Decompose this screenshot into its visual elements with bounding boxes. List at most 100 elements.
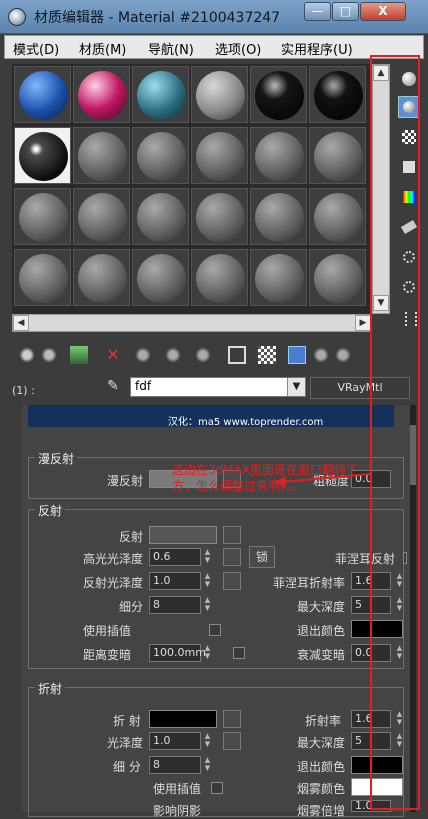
refr-gloss-label: 光泽度 — [107, 736, 144, 750]
menu-bar: 模式(D) 材质(M) 导航(N) 选项(O) 实用程序(U) — [4, 35, 424, 59]
refl-subdivs-input[interactable]: 8 — [149, 596, 201, 614]
hilight-gloss-label: 高光光泽度 — [83, 552, 144, 566]
sample-slot[interactable] — [191, 127, 248, 184]
refl-gloss-map-button[interactable] — [223, 572, 241, 590]
maximize-button[interactable]: □ — [332, 2, 359, 21]
sample-slot[interactable] — [73, 127, 130, 184]
menu-utilities[interactable]: 实用程序(U) — [281, 39, 353, 58]
sample-slot[interactable] — [14, 66, 71, 123]
put-to-library-icon[interactable] — [194, 346, 212, 364]
material-toolbar: ✕ — [12, 344, 372, 370]
sample-slot[interactable] — [191, 188, 248, 245]
hilight-gloss-input[interactable]: 0.6 — [149, 548, 201, 566]
refraction-group: 折射 折 射 折射率 1.6 ▲ ▼ 光泽度 1.0 ▲ ▼ 最大深度 5 ▲ ▼ 细… — [28, 680, 404, 818]
dim-falloff-label: 衰减变暗 — [297, 648, 346, 662]
sample-slot[interactable] — [191, 249, 248, 306]
refr-use-interp-checkbox[interactable] — [211, 782, 223, 794]
sample-slot[interactable] — [73, 66, 130, 123]
horizontal-scrollbar[interactable]: ◀ ▶ — [12, 314, 372, 332]
sample-slot[interactable] — [132, 188, 189, 245]
sample-slot-grid — [12, 64, 372, 314]
diffuse-group-title: 漫反射 — [35, 450, 78, 467]
refr-max-depth-label: 最大深度 — [297, 736, 346, 750]
chevron-down-icon[interactable]: ▼ — [287, 378, 305, 396]
make-unique-icon[interactable] — [164, 346, 182, 364]
refr-gloss-input[interactable]: 1.0 — [149, 732, 201, 750]
hilight-gloss-map-button[interactable] — [223, 548, 241, 566]
title-bar: 材质编辑器 - Material #2100437247 — □ X — [0, 0, 428, 34]
slot-label: (1) : — [12, 384, 35, 397]
sample-slot[interactable] — [309, 249, 366, 306]
refr-subdivs-input[interactable]: 8 — [149, 756, 201, 774]
hilight-gloss-spinner-icon[interactable]: ▲ ▼ — [203, 548, 212, 566]
sample-slot[interactable] — [250, 188, 307, 245]
refl-subdivs-spinner-icon[interactable]: ▲ ▼ — [203, 596, 212, 614]
assign-to-selection-icon[interactable] — [70, 346, 88, 364]
scroll-left-icon[interactable]: ◀ — [13, 315, 29, 331]
refl-gloss-label: 反射光泽度 — [83, 576, 144, 590]
refract-label: 折 射 — [113, 714, 141, 728]
refl-max-depth-label: 最大深度 — [297, 600, 346, 614]
annotation-arrow — [274, 473, 371, 488]
scroll-right-icon[interactable]: ▶ — [355, 315, 371, 331]
sample-slot[interactable] — [132, 127, 189, 184]
refr-subdivs-spinner-icon[interactable]: ▲ ▼ — [203, 756, 212, 774]
refraction-group-title: 折射 — [35, 680, 66, 697]
fresnel-ior-label: 菲涅耳折射率 — [273, 576, 346, 590]
refract-color-swatch[interactable] — [149, 710, 217, 728]
reflect-label: 反射 — [119, 530, 144, 544]
menu-material[interactable]: 材质(M) — [79, 39, 126, 58]
ior-label: 折射率 — [305, 714, 342, 728]
show-map-in-viewport-icon[interactable] — [258, 346, 276, 364]
put-to-scene-icon[interactable] — [40, 346, 58, 364]
sample-slot[interactable] — [309, 188, 366, 245]
close-button[interactable]: X — [360, 2, 406, 21]
refr-use-interp-label: 使用插值 — [153, 782, 202, 796]
material-id-channel-icon[interactable] — [228, 346, 246, 364]
diffuse-label: 漫反射 — [107, 474, 144, 488]
sample-slot[interactable] — [250, 249, 307, 306]
reflect-color-swatch[interactable] — [149, 526, 217, 544]
copy-material-icon[interactable] — [134, 346, 152, 364]
refract-map-button[interactable] — [223, 710, 241, 728]
sample-slot[interactable] — [191, 66, 248, 123]
reflection-group-title: 反射 — [35, 502, 66, 519]
sample-slot[interactable] — [250, 66, 307, 123]
refr-gloss-map-button[interactable] — [223, 732, 241, 750]
refl-exit-color-label: 退出颜色 — [297, 624, 346, 638]
sample-slot[interactable] — [73, 249, 130, 306]
go-forward-sibling-icon[interactable] — [334, 346, 352, 364]
fog-multiplier-label: 烟雾倍增 — [297, 804, 346, 818]
dim-distance-input[interactable]: 100.0mm — [149, 644, 206, 662]
reset-map-icon[interactable]: ✕ — [104, 346, 122, 364]
get-material-icon[interactable] — [18, 346, 36, 364]
sample-slot[interactable] — [132, 249, 189, 306]
sample-slot[interactable] — [132, 66, 189, 123]
sample-slot[interactable] — [250, 127, 307, 184]
refl-gloss-spinner-icon[interactable]: ▲ ▼ — [203, 572, 212, 590]
sample-slot[interactable] — [14, 249, 71, 306]
refl-gloss-input[interactable]: 1.0 — [149, 572, 201, 590]
refl-use-interp-label: 使用插值 — [83, 624, 132, 638]
menu-options[interactable]: 选项(O) — [215, 39, 261, 58]
lock-button[interactable]: 锁 — [249, 546, 275, 568]
sample-slot-active[interactable] — [14, 127, 71, 184]
sample-slot[interactable] — [309, 66, 366, 123]
refr-exit-color-label: 退出颜色 — [297, 760, 346, 774]
material-name-input[interactable]: fdf ▼ — [130, 377, 306, 397]
dim-distance-checkbox[interactable] — [233, 647, 245, 659]
eyedropper-icon[interactable]: ✎ — [104, 378, 122, 396]
sample-slot[interactable] — [73, 188, 130, 245]
refr-gloss-spinner-icon[interactable]: ▲ ▼ — [203, 732, 212, 750]
minimize-button[interactable]: — — [304, 2, 331, 21]
go-to-parent-icon[interactable] — [312, 346, 330, 364]
sample-slot[interactable] — [309, 127, 366, 184]
menu-mode[interactable]: 模式(D) — [13, 39, 59, 58]
show-end-result-icon[interactable] — [288, 346, 306, 364]
refl-use-interp-checkbox[interactable] — [209, 624, 221, 636]
menu-navigation[interactable]: 导航(N) — [148, 39, 194, 58]
sample-slot[interactable] — [14, 188, 71, 245]
reflect-map-button[interactable] — [223, 526, 241, 544]
dim-distance-spinner-icon[interactable]: ▲ ▼ — [203, 644, 212, 662]
app-icon — [8, 8, 26, 26]
